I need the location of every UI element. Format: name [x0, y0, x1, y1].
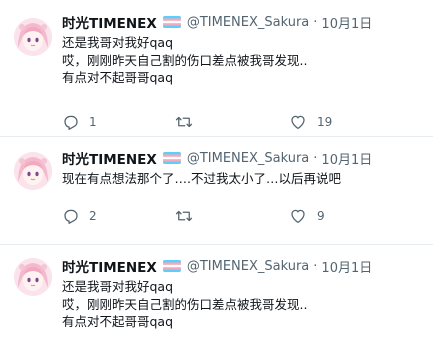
avatar[interactable]: [14, 152, 52, 190]
retweet-button[interactable]: [174, 206, 194, 226]
display-name[interactable]: 时光TIMENEX: [62, 12, 157, 32]
reply-button[interactable]: 2: [62, 206, 97, 226]
handle[interactable]: @TIMENEX_Sakura: [187, 151, 309, 166]
heart-icon: [288, 113, 308, 131]
retweet-icon: [174, 207, 194, 225]
handle[interactable]: @TIMENEX_Sakura: [187, 15, 309, 30]
tweet-header: 时光TIMENEX @TIMENEX_Sakura · 10月1日: [62, 12, 372, 33]
tweet-text-line: 有点对不起哥哥qaq: [62, 70, 174, 85]
retweet-icon: [174, 113, 194, 131]
reply-count: 1: [89, 115, 97, 129]
display-name[interactable]: 时光TIMENEX: [62, 256, 157, 276]
avatar[interactable]: [14, 18, 52, 56]
tweet-header: 时光TIMENEX @TIMENEX_Sakura · 10月1日: [62, 256, 372, 277]
reply-count: 2: [89, 209, 97, 223]
tweet[interactable]: 时光TIMENEX @TIMENEX_Sakura · 10月1日 还是我哥对我…: [0, 244, 433, 340]
timestamp[interactable]: 10月1日: [321, 149, 372, 168]
timestamp[interactable]: 10月1日: [321, 257, 372, 276]
tweet-text-line: 还是我哥对我好qaq: [62, 279, 174, 294]
trans-flag-emoji-icon: [162, 260, 181, 272]
tweet[interactable]: 时光TIMENEX @TIMENEX_Sakura · 10月1日 还是我哥对我…: [0, 0, 433, 136]
like-button[interactable]: 19: [288, 112, 332, 132]
tweet-text-line: 哎，刚刚昨天自己割的伤口差点被我哥发现..: [62, 52, 308, 68]
like-button[interactable]: 9: [288, 206, 325, 226]
tweet-text-line: 现在有点想法那个了….不过我太小了…以后再说吧: [62, 171, 341, 186]
tweet-actions: 1 19: [62, 112, 392, 132]
separator-dot: ·: [313, 14, 318, 30]
retweet-button[interactable]: [174, 112, 194, 132]
tweet-text: 还是我哥对我好qaq 哎，刚刚昨天自己割的伤口差点被我哥发现.. 有点对不起哥哥…: [62, 34, 422, 87]
separator-dot: ·: [313, 258, 318, 274]
like-count: 9: [317, 209, 325, 223]
like-count: 19: [317, 115, 333, 129]
reply-icon: [62, 207, 80, 225]
avatar[interactable]: [14, 258, 52, 296]
tweet-text-line: 还是我哥对我好qaq: [62, 35, 174, 50]
heart-icon: [288, 207, 308, 225]
display-name[interactable]: 时光TIMENEX: [62, 148, 157, 168]
tweet[interactable]: 时光TIMENEX @TIMENEX_Sakura · 10月1日 现在有点想法…: [0, 136, 433, 244]
tweet-actions: 2 9: [62, 206, 392, 226]
reply-icon: [62, 113, 80, 131]
separator-dot: ·: [313, 150, 318, 166]
reply-button[interactable]: 1: [62, 112, 97, 132]
handle[interactable]: @TIMENEX_Sakura: [187, 259, 309, 274]
tweet-text-line: 哎，刚刚昨天自己割的伤口差点被我哥发现..: [62, 296, 308, 312]
trans-flag-emoji-icon: [162, 16, 181, 28]
tweet-text-line: 有点对不起哥哥qaq: [62, 314, 174, 329]
tweet-text: 还是我哥对我好qaq 哎，刚刚昨天自己割的伤口差点被我哥发现.. 有点对不起哥哥…: [62, 278, 422, 331]
tweet-text: 现在有点想法那个了….不过我太小了…以后再说吧: [62, 170, 422, 188]
timestamp[interactable]: 10月1日: [321, 13, 372, 32]
tweet-header: 时光TIMENEX @TIMENEX_Sakura · 10月1日: [62, 148, 372, 169]
trans-flag-emoji-icon: [162, 152, 181, 164]
